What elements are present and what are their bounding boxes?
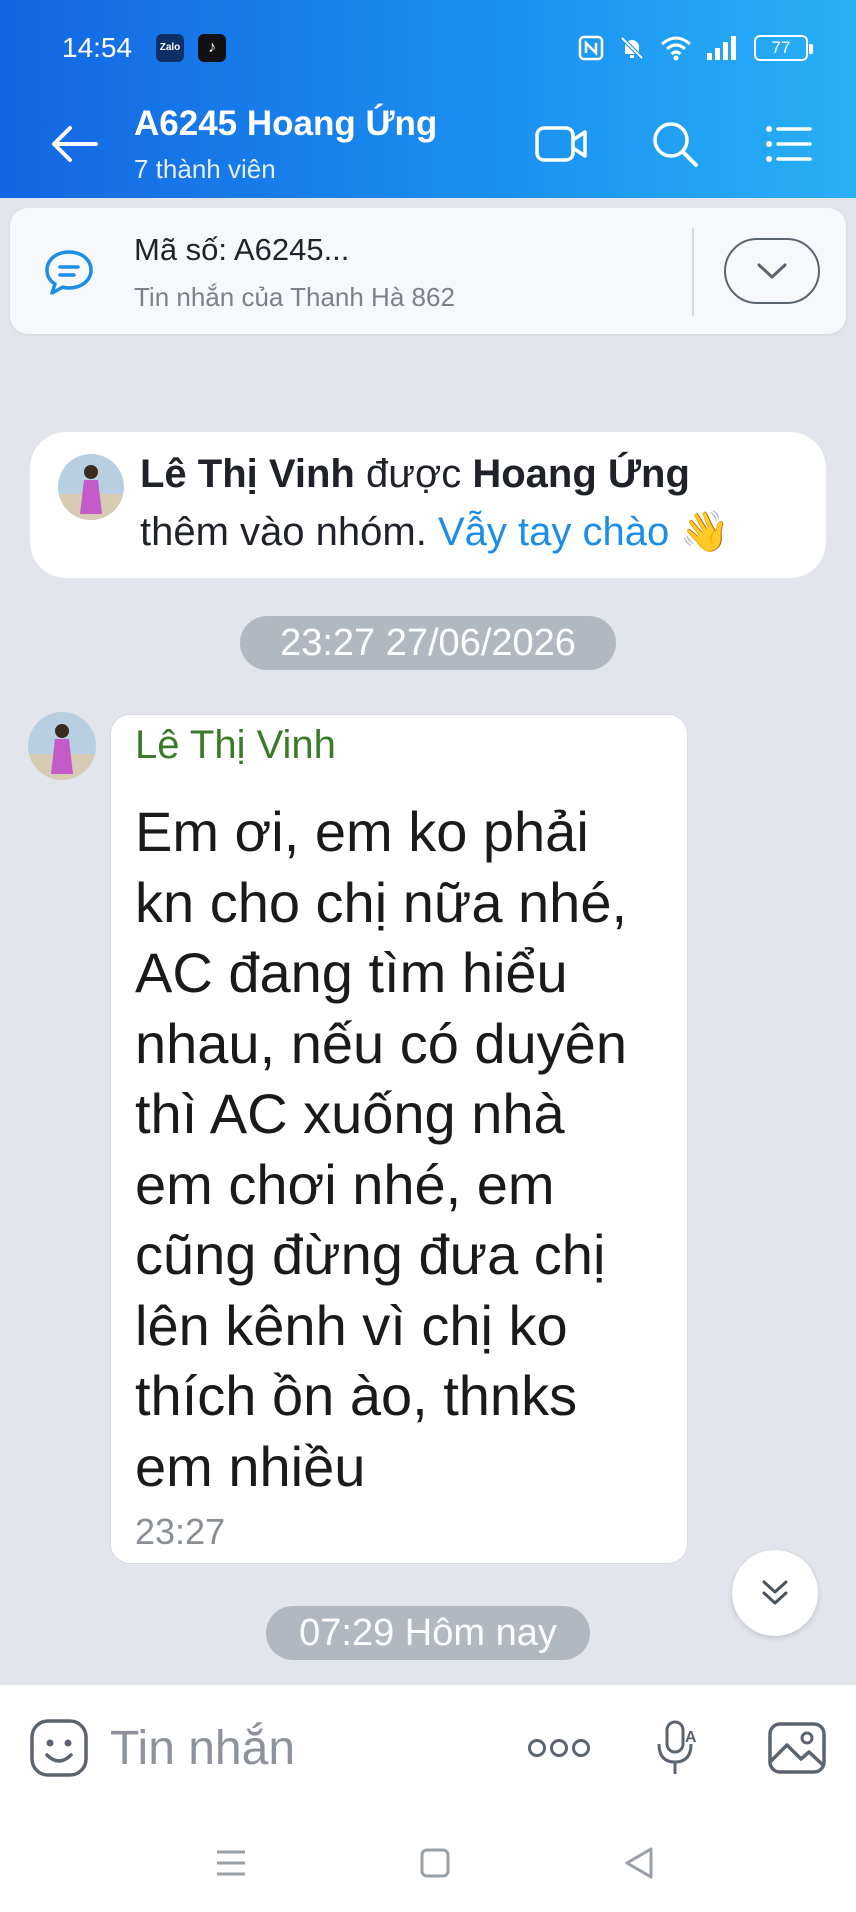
recent-apps-button[interactable] (206, 1840, 256, 1886)
voice-to-text-button[interactable]: A (646, 1715, 712, 1781)
search-icon (653, 122, 698, 167)
system-navigation-bar (0, 1814, 856, 1912)
member-count[interactable]: 7 thành viên (134, 154, 276, 185)
message-time: 23:27 (135, 1511, 226, 1552)
avatar[interactable] (58, 454, 124, 520)
pinned-title: Mã số: A6245... (134, 232, 350, 267)
signal-icon (707, 36, 736, 60)
message-line: AC đang tìm hiểu (135, 941, 568, 1004)
message-composer: A (0, 1684, 856, 1814)
message-line: kn cho chị nữa nhé, (135, 870, 628, 934)
system-line-2: thêm vào nhóm. Vẫy tay chào 👋 (140, 508, 730, 555)
battery-icon: 77 (754, 35, 813, 61)
image-icon (768, 1722, 826, 1774)
chat-bubble-icon (42, 248, 96, 296)
expand-pinned-button[interactable] (724, 238, 820, 304)
emoji-button[interactable] (28, 1717, 90, 1779)
system-message: Lê Thị Vinh được Hoang Ứng thêm vào nhóm… (30, 432, 826, 578)
member-name[interactable]: Lê Thị Vinh (140, 452, 355, 496)
video-call-button[interactable] (532, 118, 590, 170)
menu-icon (766, 126, 812, 162)
home-square-icon (420, 1848, 450, 1878)
date-separator: 07:29 Hôm nay (266, 1606, 590, 1660)
chat-title[interactable]: A6245 Hoang Ứng (134, 104, 437, 144)
message-line: lên kênh vì chị ko (135, 1293, 568, 1357)
zalo-icon: Zalo (156, 34, 184, 62)
back-nav-button[interactable] (614, 1840, 664, 1886)
status-indicators: 77 (578, 30, 813, 66)
date-separator: 23:27 27/06/2026 (240, 616, 616, 670)
system-verb: được (354, 452, 473, 496)
message-line: nhau, nếu có duyên (135, 1011, 627, 1075)
more-dots-icon (528, 1739, 590, 1757)
image-button[interactable] (764, 1715, 830, 1781)
wifi-icon (661, 36, 691, 61)
wave-emoji-icon: 👋 (680, 510, 731, 554)
back-button[interactable] (46, 118, 104, 170)
sender-name[interactable]: Lê Thị Vinh (135, 723, 336, 768)
status-bar: 14:54 Zalo ♪ 77 (0, 0, 856, 90)
message-line: Em ơi, em ko phải (135, 800, 589, 863)
adder-name[interactable]: Hoang Ứng (472, 452, 690, 496)
app-bar: A6245 Hoang Ứng 7 thành viên (0, 90, 856, 198)
home-button[interactable] (410, 1840, 460, 1886)
message-input[interactable] (110, 1713, 490, 1783)
message-text: Em ơi, em ko phải kn cho chị nữa nhé, AC… (135, 797, 675, 1502)
system-line-1: Lê Thị Vinh được Hoang Ứng (140, 452, 690, 497)
double-chevron-down-icon (762, 1580, 788, 1605)
menu-button[interactable] (760, 118, 818, 170)
svg-text:A: A (685, 1729, 697, 1746)
search-button[interactable] (646, 118, 704, 170)
message-bubble[interactable]: Lê Thị Vinh Em ơi, em ko phải kn cho chị… (110, 714, 688, 1564)
tiktok-icon: ♪ (198, 34, 226, 62)
mute-bell-icon (620, 36, 644, 60)
more-options-button[interactable] (526, 1715, 592, 1781)
recents-icon (217, 1850, 245, 1876)
pinned-subtitle: Tin nhắn của Thanh Hà 862 (134, 282, 455, 312)
pinned-message[interactable]: Mã số: A6245... Tin nhắn của Thanh Hà 86… (10, 208, 846, 334)
system-text: thêm vào nhóm. (140, 510, 438, 554)
scroll-to-bottom-button[interactable] (732, 1550, 818, 1636)
video-call-icon (535, 126, 587, 162)
nfc-icon (578, 35, 604, 61)
message-line: cũng đừng đưa chị (135, 1223, 606, 1286)
status-time: 14:54 (62, 32, 133, 63)
message-line: em nhiều (135, 1434, 366, 1498)
message-line: em chơi nhé, em (135, 1152, 555, 1216)
sticker-icon (30, 1719, 88, 1777)
message-line: thì AC xuống nhà (135, 1082, 565, 1145)
microphone-icon: A (657, 1720, 697, 1774)
message-line: thích ồn ào, thnks (135, 1364, 578, 1427)
chevron-down-icon (757, 263, 787, 279)
divider (692, 228, 694, 316)
top-bar: 14:54 Zalo ♪ 77 A6245 Hoang Ứng 7 thành … (0, 0, 856, 198)
sender-avatar[interactable] (28, 712, 96, 780)
wave-hello-link[interactable]: Vẫy tay chào (438, 510, 669, 554)
back-triangle-icon (625, 1847, 653, 1879)
back-arrow-icon (52, 126, 98, 162)
